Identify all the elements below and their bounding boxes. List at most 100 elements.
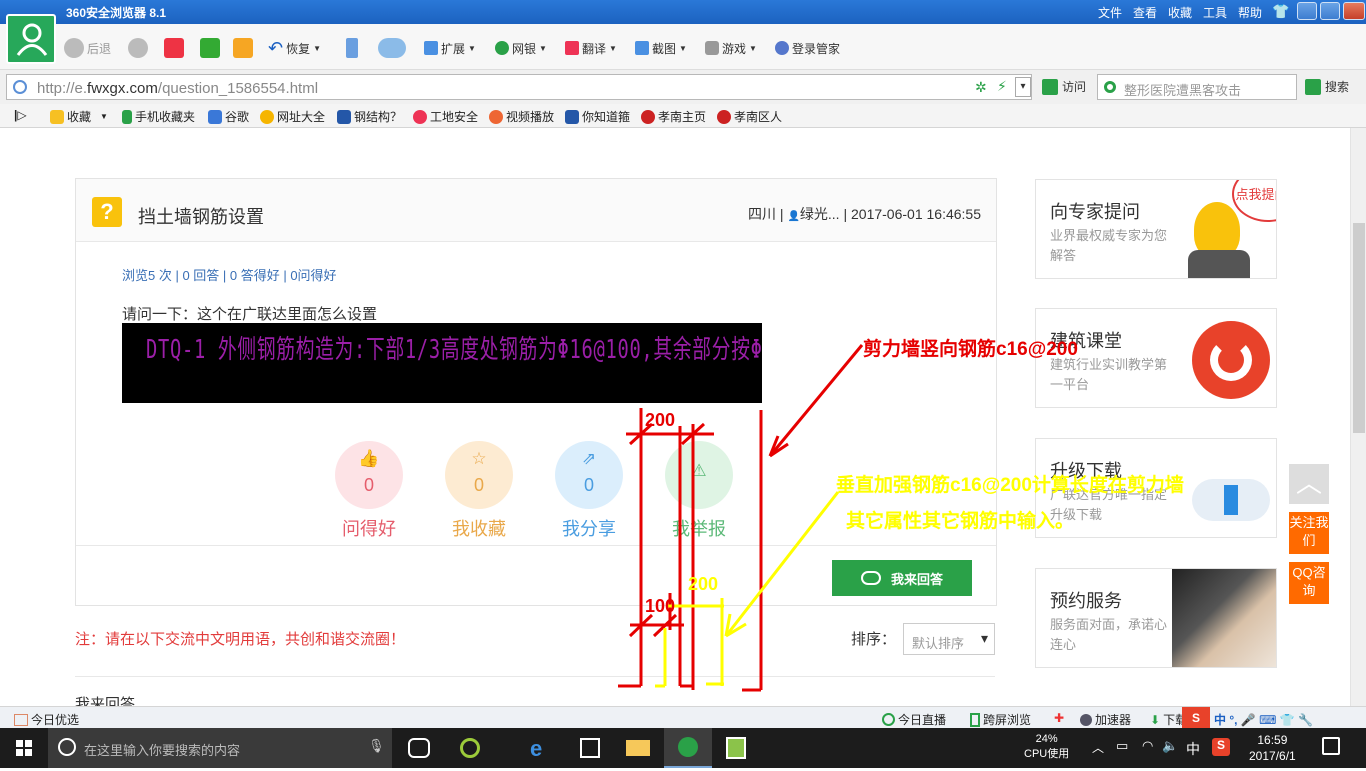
notepad-app-icon[interactable] (712, 728, 760, 768)
restore-button[interactable]: ↶ 恢复 ▼ (268, 36, 321, 60)
fav-google[interactable]: 谷歌 (208, 108, 249, 125)
fav-mobile[interactable]: 手机收藏夹 (122, 108, 195, 125)
search-button[interactable]: 搜索 (1305, 78, 1349, 95)
fav-xiaonan-people[interactable]: 孝南区人 (717, 108, 782, 125)
sort-select[interactable]: 默认排序 (903, 623, 995, 655)
dimension-200-yellow: 200 (688, 574, 719, 594)
taskbar-search[interactable]: 在这里输入你要搜索的内容 🎙 (48, 728, 392, 768)
action-report[interactable]: ⚠ 我举报 (654, 441, 744, 541)
warning-icon: ⚠ (691, 461, 707, 480)
question-author[interactable]: 绿光... (800, 206, 840, 222)
question-header: ? 挡土墙钢筋设置 四川 | 👤绿光... | 2017-06-01 16:46… (76, 179, 996, 242)
url-dropdown-icon[interactable]: ▾ (1015, 77, 1031, 97)
video-icon (489, 109, 503, 124)
first-aid-icon[interactable]: ✚ (1054, 711, 1064, 725)
chat-icon (860, 571, 881, 585)
task-view-icon[interactable] (394, 728, 442, 768)
phone-icon (346, 38, 358, 58)
menu-tools[interactable]: 工具 (1203, 4, 1227, 21)
close-window-button[interactable] (1343, 2, 1365, 20)
today-picks[interactable]: 今日优选 (14, 711, 79, 728)
fav-know-hoop[interactable]: 你知道箍 (565, 108, 630, 125)
ime-toolbar[interactable]: 中 °, 🎤 ⌨ 👕 🔧 (1214, 711, 1313, 728)
start-button[interactable] (0, 728, 48, 768)
network-icon[interactable]: ▭ (1116, 738, 1128, 754)
safety-icon (413, 109, 427, 124)
wifi-icon[interactable]: ◠ (1142, 738, 1153, 754)
games-button[interactable]: 游戏 ▼ (705, 36, 757, 60)
file-explorer-icon[interactable] (614, 728, 662, 768)
search-input[interactable]: 整形医院遭黑客攻击 (1124, 80, 1241, 99)
home-button[interactable] (233, 36, 253, 60)
cross-screen[interactable]: 跨屏浏览 (970, 711, 1031, 728)
visit-button[interactable]: 访问 (1042, 78, 1086, 95)
browser-360-taskbar-icon[interactable] (664, 728, 712, 768)
answer-button[interactable]: 我来回答 (832, 560, 972, 596)
app-360-icon[interactable] (446, 728, 494, 768)
minimize-button[interactable] (1297, 2, 1317, 20)
page-scrollbar[interactable] (1350, 128, 1366, 706)
sidebar-toggle-icon[interactable]: |▷ (14, 108, 27, 122)
question-stats: 浏览5 次 | 0 回答 | 0 答得好 | 0问得好 (122, 268, 337, 283)
question-card: ? 挡土墙钢筋设置 四川 | 👤绿光... | 2017-06-01 16:46… (75, 178, 997, 606)
address-url[interactable]: http://e.fwxgx.com/question_1586554.html (37, 80, 318, 97)
bank-button[interactable]: 网银 ▼ (495, 36, 547, 60)
menu-help[interactable]: 帮助 (1238, 4, 1262, 21)
menu-view[interactable]: 查看 (1133, 4, 1157, 21)
ime-indicator[interactable]: 中 (1186, 739, 1200, 759)
translate-button[interactable]: 翻译 ▼ (565, 36, 617, 60)
security-icon[interactable]: ✲ (975, 79, 987, 96)
notification-icon[interactable] (1322, 737, 1340, 755)
fav-collect[interactable]: 收藏 ▼ (50, 108, 108, 125)
menu-file[interactable]: 文件 (1098, 4, 1122, 21)
stop-button[interactable] (164, 36, 184, 60)
forward-button[interactable] (128, 36, 148, 60)
forward-arrow-icon (128, 38, 148, 58)
follow-us-button[interactable]: 关注我们 (1289, 512, 1329, 554)
side-card-appointment[interactable]: 预约服务 服务面对面，承诺心连心 (1035, 568, 1277, 668)
back-button[interactable]: 后退 (64, 36, 111, 60)
sogou-tray-icon[interactable]: S (1212, 738, 1230, 756)
edge-browser-icon[interactable]: e (518, 728, 566, 768)
store-icon[interactable] (566, 728, 614, 768)
tray-chevron-icon[interactable]: ︿ (1092, 739, 1104, 756)
action-collect[interactable]: ☆ 0 我收藏 (434, 441, 524, 541)
search-box[interactable]: 整形医院遭黑客攻击 (1097, 74, 1297, 100)
qq-consult-button[interactable]: QQ咨询 (1289, 562, 1329, 604)
stop-icon (164, 38, 184, 58)
side-card-ask-expert[interactable]: 向专家提问 业界最权威专家为您解答 点我提问哦 (1035, 179, 1277, 279)
fav-video[interactable]: 视频播放 (489, 108, 554, 125)
screenshot-button[interactable]: 截图 ▼ (635, 36, 687, 60)
emblem-icon (641, 109, 655, 124)
dimension-100: 100 (645, 596, 676, 616)
action-good-question[interactable]: 👍 0 问得好 (324, 441, 414, 541)
my-answer-heading: 我来回答 (75, 696, 136, 706)
back-to-top-button[interactable]: ︿ (1289, 464, 1329, 504)
browser-status-bar: 今日优选 今日直播 跨屏浏览 ✚ 加速器 ⬇ 下载 S 中 °, 🎤 ⌨ 👕 🔧 (0, 706, 1366, 729)
scrollbar-thumb[interactable] (1353, 223, 1365, 433)
maximize-button[interactable] (1320, 2, 1340, 20)
fav-steel[interactable]: 钢结构？ (337, 108, 402, 125)
user-avatar[interactable] (6, 14, 56, 64)
sogou-ime-icon[interactable]: S (1182, 707, 1210, 729)
cloud-button[interactable] (378, 36, 406, 60)
speed-mode-icon[interactable]: ⚡ (997, 78, 1007, 95)
today-live[interactable]: 今日直播 (882, 711, 946, 728)
microphone-icon[interactable]: 🎙 (368, 738, 385, 754)
refresh-button[interactable] (200, 36, 220, 60)
fav-web-directory[interactable]: 网址大全 (260, 108, 325, 125)
skin-icon[interactable]: 👕 (1272, 3, 1289, 20)
phone-icon (122, 109, 132, 124)
phone-button[interactable] (346, 36, 358, 60)
system-clock[interactable]: 16:59 2017/6/1 (1249, 732, 1296, 764)
fav-xiaonan-home[interactable]: 孝南主页 (641, 108, 706, 125)
action-share[interactable]: ⇗ 0 我分享 (544, 441, 634, 541)
fav-site-safety[interactable]: 工地安全 (413, 108, 478, 125)
accelerator[interactable]: 加速器 (1080, 711, 1131, 728)
extend-button[interactable]: 扩展 ▼ (424, 36, 476, 60)
login-manager-button[interactable]: 登录管家 (775, 36, 840, 60)
address-bar[interactable]: http://e.fwxgx.com/question_1586554.html… (6, 74, 1032, 100)
volume-icon[interactable]: 🔈 (1162, 738, 1178, 754)
menu-favorites[interactable]: 收藏 (1168, 4, 1192, 21)
cloud-download-icon (1192, 479, 1270, 521)
